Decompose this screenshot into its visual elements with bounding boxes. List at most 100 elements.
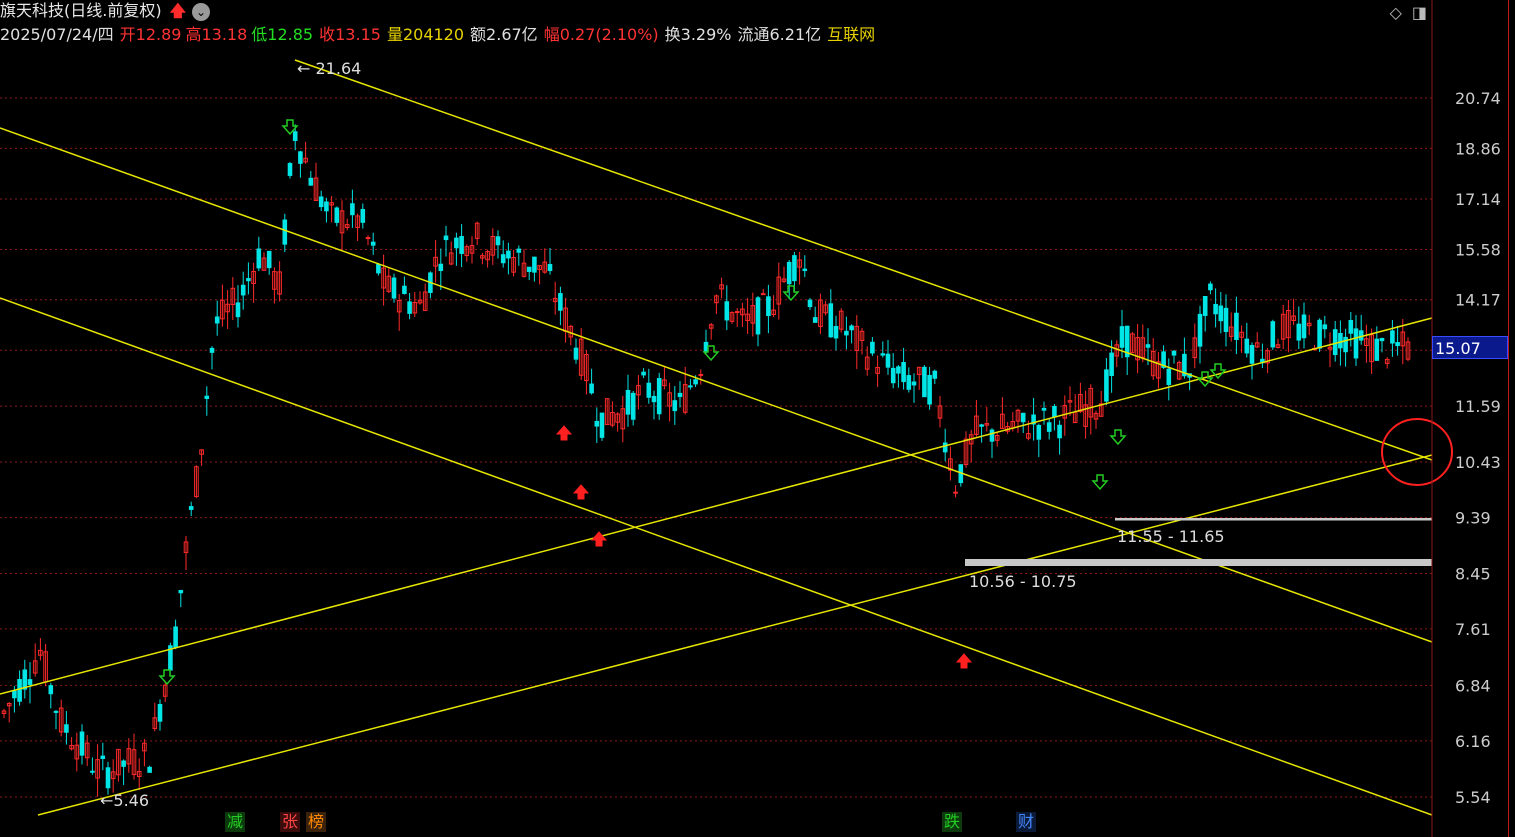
support-zone-upper [1115,518,1432,521]
trendline-lower-channel [0,297,1433,816]
marker-rise[interactable]: 张 [280,812,301,832]
marker-finance[interactable]: 财 [1016,812,1037,832]
candle-body [495,236,501,246]
candle-body [1223,307,1229,333]
candle-body [698,374,704,377]
y-tick-label: 8.45 [1455,564,1491,583]
y-tick-label: 20.74 [1455,89,1501,108]
candle-body [688,385,693,388]
candle-body [376,264,381,274]
buy-arrow-icon [590,531,608,547]
candle-body [760,293,766,296]
trend-lines [0,59,1453,816]
candle-body [1322,324,1328,330]
candle-body [209,347,215,353]
candle-body [812,317,818,323]
candle-body [360,208,366,223]
candle-body [287,163,293,176]
candle-body [1301,314,1307,339]
highlight-circle [1381,418,1453,486]
candle-body [766,296,771,317]
marker-list[interactable]: 榜 [306,812,327,832]
candle-body [1109,352,1114,376]
candle-body [734,311,740,314]
candle-body [547,263,553,272]
y-tick-label: 5.54 [1455,788,1491,807]
candle-body [573,347,579,360]
candle-body [532,256,537,273]
candle-body [1348,320,1354,334]
candle-body [1208,283,1213,291]
candle-body [979,424,984,427]
candle-body [828,303,834,338]
candle-body [589,383,594,394]
y-axis: 20.7418.8617.1415.5814.1712.8811.5910.43… [1431,0,1501,837]
candle-body [459,236,464,254]
trendline-rising-upper [0,317,1433,695]
candle-body [1036,424,1042,440]
sell-arrow-icon [1109,429,1127,446]
buy-arrow-icon [572,484,590,500]
candle-body [932,370,938,379]
candle-body [849,325,854,331]
candle-body [558,293,563,311]
y-tick-label: 7.61 [1455,620,1491,639]
candle-body [1020,412,1026,423]
candle-body [1395,342,1400,347]
marker-fall[interactable]: 跌 [942,812,963,832]
candle-body [79,731,85,756]
candle-body [53,710,59,713]
zone2-label: 10.56 - 10.75 [969,572,1077,591]
candle-body [246,278,251,282]
y-tick-label: 6.84 [1455,676,1491,695]
candle-body [308,177,314,186]
candle-body [105,767,111,789]
candle-body [1166,368,1172,386]
grid-lines [0,97,1432,798]
candle-body [1197,313,1203,347]
candle-body [402,285,407,295]
candle-body [1379,337,1385,342]
sell-arrow-icon [1091,474,1109,491]
candle-body [27,679,33,685]
sell-arrow-icon [782,285,800,302]
candle-body [1317,319,1322,349]
candle-body [48,685,54,695]
sell-arrow-icon [158,669,176,686]
candle-body [755,297,761,335]
candle-body [693,379,698,385]
candle-body [802,268,808,272]
candle-body [890,367,896,384]
marker-reduce[interactable]: 减 [225,812,246,832]
candle-body [1046,422,1052,432]
candle-body [870,341,875,354]
candle-body [266,250,272,269]
y-tick-label: 18.86 [1455,139,1501,158]
candle-body [256,248,262,269]
candle-body [880,353,886,356]
y-tick-label: 17.14 [1455,190,1501,209]
candle-body [1358,330,1364,341]
candle-body [407,301,412,314]
y-tick-label: 9.39 [1455,509,1491,528]
candle-body [625,389,631,415]
candle-body [443,235,449,241]
candle-body [1343,336,1348,353]
candle-body [844,330,849,336]
candle-body [235,302,241,318]
candle-body [1057,424,1062,439]
candle-body [100,755,106,760]
candle-body [906,375,912,390]
candle-body [989,429,995,442]
candle-body [1353,328,1359,359]
candle-body [641,371,646,376]
candle-body [365,237,371,240]
chart-labels: ← 21.64 ←5.46 11.55 - 11.65 10.56 - 10.7… [100,59,1225,810]
candle-body [334,207,340,223]
candle-body [173,626,178,648]
candle-body [516,248,522,253]
candle-body [526,266,532,272]
candle-body [1171,350,1177,356]
low-annotation: ←5.46 [100,791,149,810]
candle-body [1052,405,1057,417]
